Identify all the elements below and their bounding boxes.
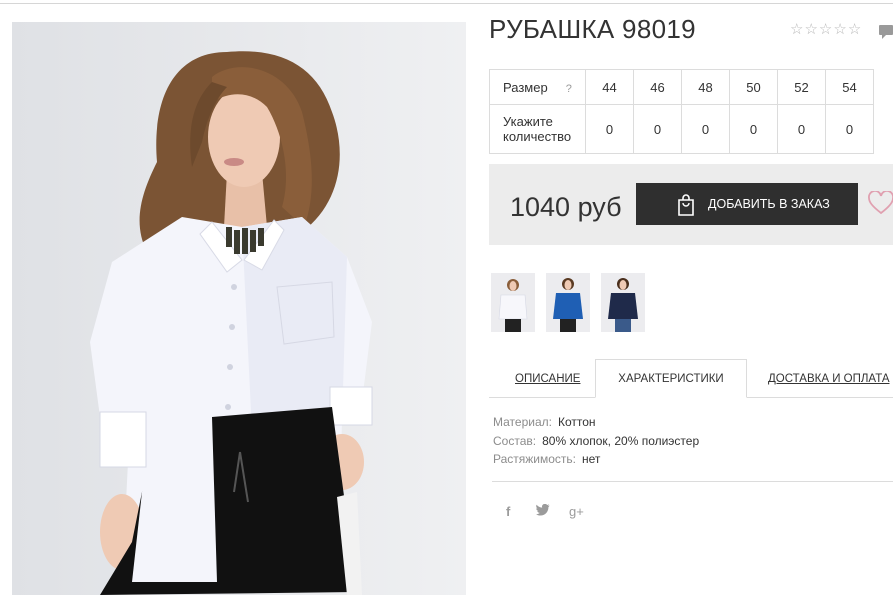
spec-key: Материал: — [493, 415, 552, 429]
spec-key: Состав: — [493, 434, 537, 448]
spec-material: Материал: Коттон — [493, 415, 596, 429]
spec-value: нет — [582, 452, 601, 466]
price-box: 1040 руб ДОБАВИТЬ В ЗАКАЗ — [489, 164, 893, 245]
tab-delivery[interactable]: ДОСТАВКА И ОПЛАТА — [768, 373, 890, 385]
star-icon[interactable]: ☆ — [833, 22, 846, 38]
size-cell: 48 — [681, 69, 730, 105]
spec-key: Растяжимость: — [493, 452, 577, 466]
star-icon[interactable]: ☆ — [819, 22, 832, 38]
size-table: Размер? 44 46 48 50 52 54 Укажите количе… — [489, 69, 874, 154]
quantity-input[interactable]: 0 — [825, 104, 874, 154]
spec-value: Коттон — [557, 415, 596, 429]
tab-characteristics[interactable]: ХАРАКТЕРИСТИКИ — [595, 359, 747, 398]
quantity-input[interactable]: 0 — [585, 104, 634, 154]
tab-description[interactable]: ОПИСАНИЕ — [515, 373, 580, 385]
size-label-cell: Размер? — [489, 69, 586, 105]
spec-stretch: Растяжимость: нет — [493, 452, 600, 466]
size-cell: 44 — [585, 69, 634, 105]
quantity-input[interactable]: 0 — [633, 104, 682, 154]
thumb-blue-shirt[interactable] — [546, 273, 590, 332]
quantity-input[interactable]: 0 — [777, 104, 826, 154]
spec-value: 80% хлопок, 20% полиэстер — [542, 434, 700, 448]
spec-composition: Состав: 80% хлопок, 20% полиэстер — [493, 434, 699, 448]
size-cell: 54 — [825, 69, 874, 105]
size-cell: 52 — [777, 69, 826, 105]
thumb-white-shirt[interactable] — [491, 273, 535, 332]
rating-stars[interactable]: ☆ ☆ ☆ ☆ ☆ — [790, 22, 861, 38]
star-icon[interactable]: ☆ — [790, 22, 803, 38]
twitter-icon[interactable] — [536, 503, 550, 519]
thumb-navy-shirt[interactable] — [601, 273, 645, 332]
facebook-icon[interactable]: f — [506, 504, 510, 519]
size-cell: 50 — [729, 69, 778, 105]
size-label: Размер — [503, 79, 548, 95]
help-icon[interactable]: ? — [566, 83, 572, 95]
star-icon[interactable]: ☆ — [804, 22, 817, 38]
add-to-order-button[interactable]: ДОБАВИТЬ В ЗАКАЗ — [636, 183, 858, 225]
add-to-order-label: ДОБАВИТЬ В ЗАКАЗ — [708, 197, 830, 211]
comment-icon[interactable] — [879, 24, 893, 40]
shopping-bag-icon — [678, 194, 694, 216]
heart-icon[interactable] — [868, 191, 893, 215]
size-cell: 46 — [633, 69, 682, 105]
google-plus-icon[interactable]: g+ — [569, 504, 584, 519]
quantity-input[interactable]: 0 — [729, 104, 778, 154]
top-divider — [0, 3, 893, 4]
price: 1040 руб — [510, 192, 622, 222]
main-product-image[interactable] — [12, 22, 466, 595]
quantity-label: Укажите количество — [489, 104, 586, 154]
product-title: РУБАШКА 98019 — [489, 14, 696, 44]
star-icon[interactable]: ☆ — [848, 22, 861, 38]
tab-characteristics-label: ХАРАКТЕРИСТИКИ — [618, 372, 724, 385]
quantity-input[interactable]: 0 — [681, 104, 730, 154]
specs-divider — [492, 481, 893, 482]
